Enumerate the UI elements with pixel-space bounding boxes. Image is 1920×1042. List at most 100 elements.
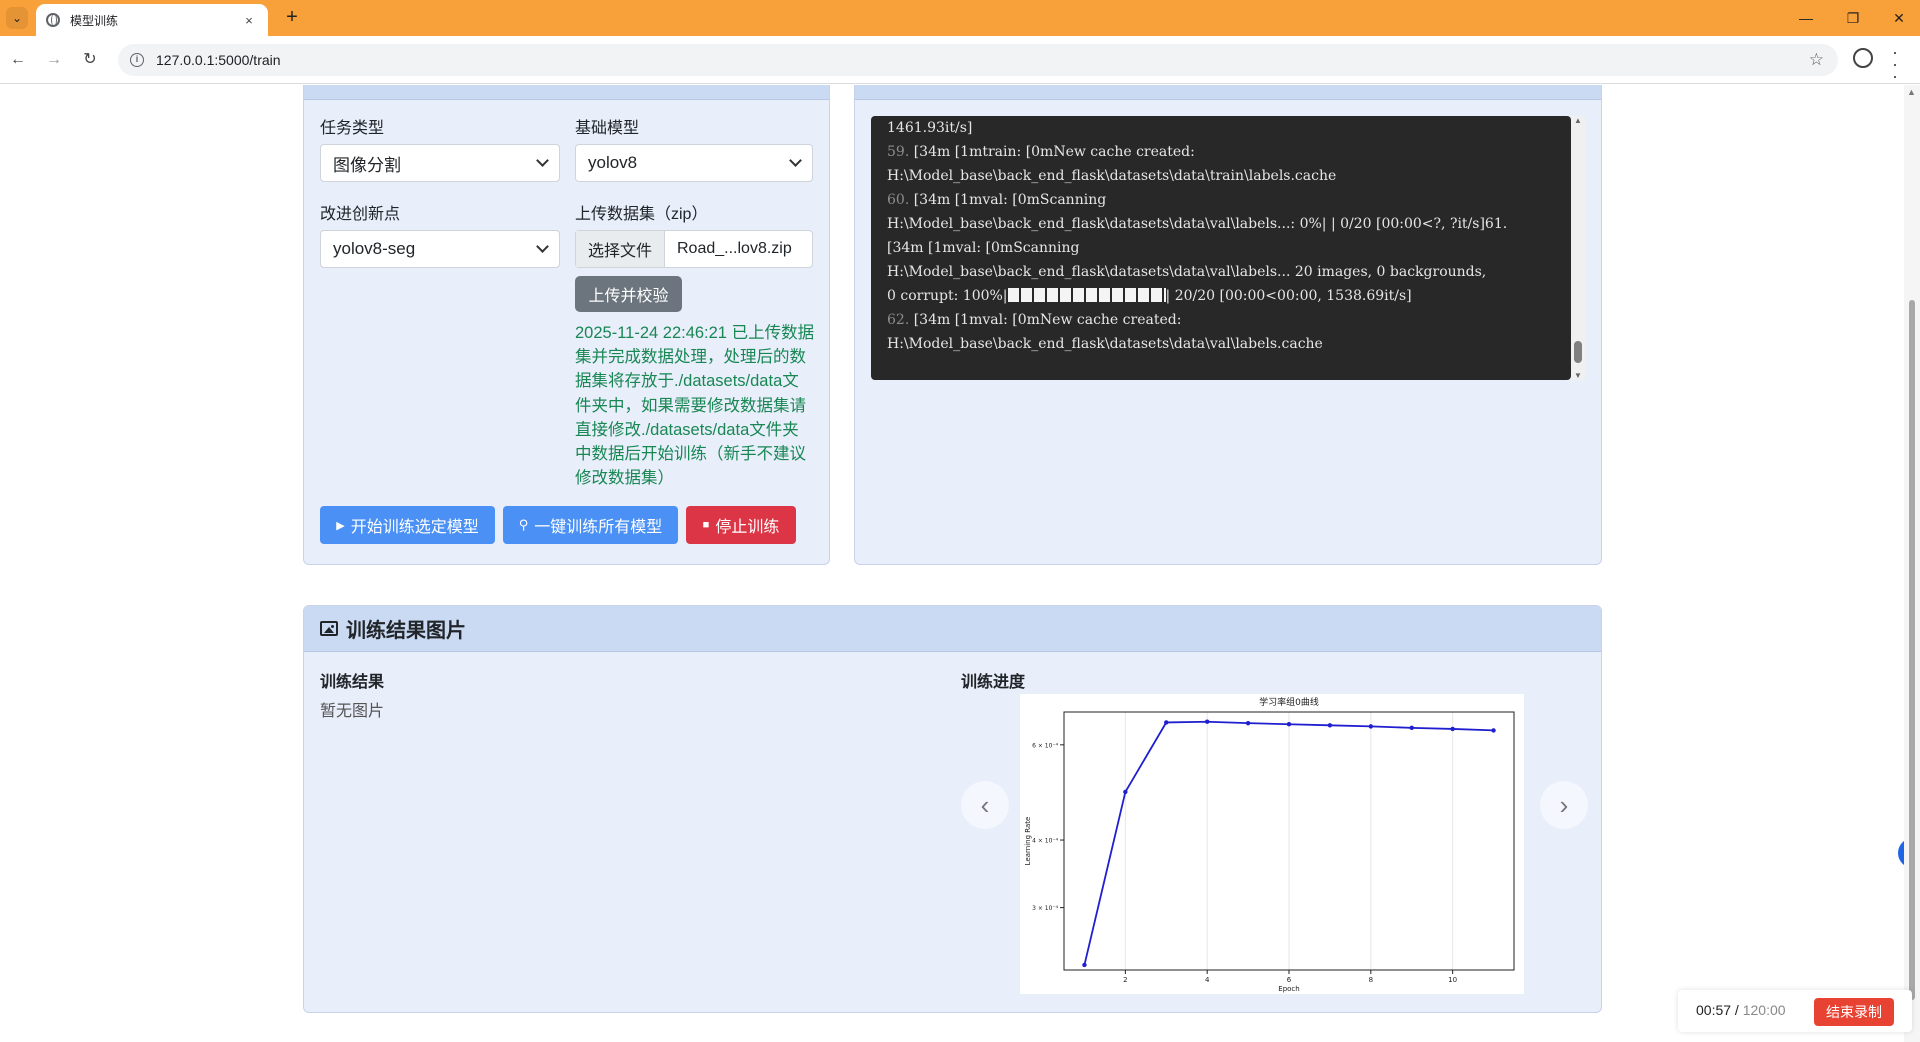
stop-training-label: 停止训练	[715, 519, 780, 536]
log-line-number: 62.	[887, 312, 910, 328]
browser-tab[interactable]: 模型训练 ×	[36, 4, 268, 36]
x-tick-label: 4	[1205, 976, 1210, 984]
forward-button[interactable]: →	[42, 48, 66, 72]
log-line: 0 corrupt: 100%| | 20/20 [00:00<00:00, 15…	[887, 284, 1551, 308]
log-line: 59. [34m [1mtrain: [0mNew cache created:	[887, 140, 1551, 164]
lr-data-point	[1082, 962, 1087, 968]
scroll-down-icon[interactable]: ▼	[1574, 371, 1582, 380]
lr-data-point	[1286, 722, 1292, 727]
recorder-total: 120:00	[1742, 1002, 1786, 1018]
dataset-upload-label: 上传数据集（zip）	[575, 206, 708, 223]
base-model-label: 基础模型	[575, 120, 640, 137]
log-line-text: [34m [1mval: [0mNew cache created:	[909, 312, 1182, 328]
log-line-text: H:\Model_base\back_end_flask\datasets\da…	[887, 168, 1337, 184]
stop-training-button[interactable]: ■ 停止训练	[686, 506, 796, 544]
base-model-value: yolov8	[588, 153, 638, 172]
y-axis-label: Learning Rate	[1024, 817, 1032, 866]
log-line-text: H:\Model_base\back_end_flask\datasets\da…	[887, 216, 1508, 232]
progress-bar-glyphs	[1007, 288, 1166, 302]
page-viewport: 任务类型 图像分割 基础模型 yolov8 改进创新点 yolov8-seg 上…	[0, 85, 1920, 1042]
close-window-button[interactable]: ✕	[1884, 6, 1914, 30]
lr-data-point	[1327, 723, 1333, 728]
config-card-header	[304, 85, 829, 100]
log-line: [34m [1mval: [0mScanning	[887, 236, 1551, 260]
log-line-text: 0 corrupt: 100%|	[887, 288, 1008, 304]
browser-menu-icon[interactable]: · · ·	[1892, 43, 1898, 85]
training-results-card: 训练结果图片 训练结果 暂无图片 训练进度 2 4 6 8 10 3 × 10⁻⁴ 4 × …	[303, 605, 1602, 1013]
log-line-text: 1461.93it/s]	[887, 120, 973, 136]
new-tab-button[interactable]: +	[280, 6, 304, 30]
log-line: 60. [34m [1mval: [0mScanning	[887, 188, 1551, 212]
url-text: 127.0.0.1:5000/train	[156, 52, 281, 68]
log-line: H:\Model_base\back_end_flask\datasets\da…	[887, 332, 1551, 356]
log-line-text: H:\Model_base\back_end_flask\datasets\da…	[887, 336, 1323, 352]
x-axis-label: Epoch	[1278, 985, 1299, 993]
log-scrollbar[interactable]: ▲ ▼	[1571, 116, 1585, 380]
log-line-number: 59.	[887, 144, 910, 160]
recorder-time: 00:57 / 120:00	[1696, 1002, 1786, 1018]
scroll-up-icon[interactable]: ▲	[1574, 116, 1582, 125]
lr-data-point	[1245, 720, 1251, 726]
address-bar[interactable]: i 127.0.0.1:5000/train ☆	[118, 44, 1838, 76]
bookmark-star-icon[interactable]: ☆	[1809, 50, 1824, 70]
lr-data-point	[1450, 726, 1455, 732]
carousel-prev-button[interactable]: ‹	[961, 781, 1009, 829]
log-line: H:\Model_base\back_end_flask\datasets\da…	[887, 260, 1551, 284]
page-scrollbar[interactable]: ▲	[1904, 85, 1920, 1042]
chevron-down-icon	[536, 154, 549, 167]
train-config-card: 任务类型 图像分割 基础模型 yolov8 改进创新点 yolov8-seg 上…	[303, 85, 830, 565]
upload-status-message: 2025-11-24 22:46:21 已上传数据集并完成数据处理，处理后的数据…	[575, 324, 815, 488]
x-tick-label: 2	[1123, 976, 1127, 984]
upload-validate-button[interactable]: 上传并校验	[575, 276, 682, 312]
back-button[interactable]: ←	[6, 48, 30, 72]
task-type-select[interactable]: 图像分割	[320, 144, 560, 182]
log-line: 1461.93it/s]	[887, 116, 1551, 140]
profile-icon[interactable]	[1853, 48, 1873, 68]
chevron-down-icon	[789, 154, 802, 167]
x-tick-label: 6	[1287, 976, 1292, 984]
stop-icon: ■	[702, 519, 710, 531]
y-tick-label: 4 × 10⁻⁴	[1032, 838, 1058, 845]
tab-search-icon[interactable]: ⌄	[6, 7, 28, 29]
choose-file-button[interactable]: 选择文件	[576, 231, 665, 267]
start-training-button[interactable]: ▶ 开始训练选定模型	[320, 506, 495, 544]
train-all-button[interactable]: ⚲ 一键训练所有模型	[503, 506, 678, 544]
site-info-icon[interactable]: i	[130, 53, 144, 67]
y-tick-label: 6 × 10⁻⁴	[1032, 742, 1058, 749]
tab-close-icon[interactable]: ×	[240, 13, 258, 28]
start-training-label: 开始训练选定模型	[350, 519, 479, 536]
lr-curve-chart: 2 4 6 8 10 3 × 10⁻⁴ 4 × 10⁻⁴ 6 × 10⁻⁴ 学习率组0曲线 Epo…	[1020, 694, 1524, 994]
base-model-select[interactable]: yolov8	[575, 144, 813, 182]
reload-button[interactable]: ↻	[78, 48, 102, 72]
log-line-text: [34m [1mval: [0mScanning	[909, 192, 1107, 208]
recorder-elapsed: 00:57	[1696, 1002, 1732, 1018]
lr-data-point	[1123, 789, 1128, 795]
log-terminal[interactable]: 1461.93it/s] 59. [34m [1mtrain: [0mNew ca…	[871, 116, 1571, 380]
y-tick-label: 3 × 10⁻⁴	[1032, 905, 1058, 912]
carousel-next-button[interactable]: ›	[1540, 781, 1588, 829]
selected-file-name: Road_...lov8.zip	[677, 240, 792, 257]
log-line-text: [34m [1mval: [0mScanning	[887, 240, 1080, 256]
log-scroll-thumb[interactable]	[1574, 341, 1582, 363]
restore-button[interactable]: ❐	[1838, 6, 1868, 30]
image-icon	[320, 621, 338, 636]
play-icon: ▶	[336, 519, 345, 532]
tab-title: 模型训练	[70, 13, 119, 28]
train-all-label: 一键训练所有模型	[534, 519, 663, 536]
chevron-down-icon	[536, 240, 549, 253]
minimize-button[interactable]: —	[1791, 6, 1821, 30]
dataset-file-input[interactable]: 选择文件 Road_...lov8.zip	[575, 230, 813, 268]
innovation-select[interactable]: yolov8-seg	[320, 230, 560, 268]
results-card-title: 训练结果图片	[346, 620, 466, 642]
x-tick-label: 10	[1448, 976, 1457, 984]
browser-toolbar: ← → ↻ i 127.0.0.1:5000/train ☆ · · ·	[0, 36, 1920, 85]
end-recording-button[interactable]: 结束录制	[1814, 998, 1894, 1026]
log-card-header	[855, 85, 1601, 100]
training-result-title: 训练结果	[320, 674, 385, 691]
lr-data-point	[1164, 720, 1169, 725]
no-image-text: 暂无图片	[320, 703, 385, 720]
page-scroll-thumb[interactable]	[1909, 300, 1915, 1000]
recorder-widget: 00:57 / 120:00 结束录制	[1678, 990, 1912, 1032]
training-progress-title: 训练进度	[961, 674, 1026, 691]
page-scroll-up-icon[interactable]: ▲	[1907, 87, 1916, 97]
